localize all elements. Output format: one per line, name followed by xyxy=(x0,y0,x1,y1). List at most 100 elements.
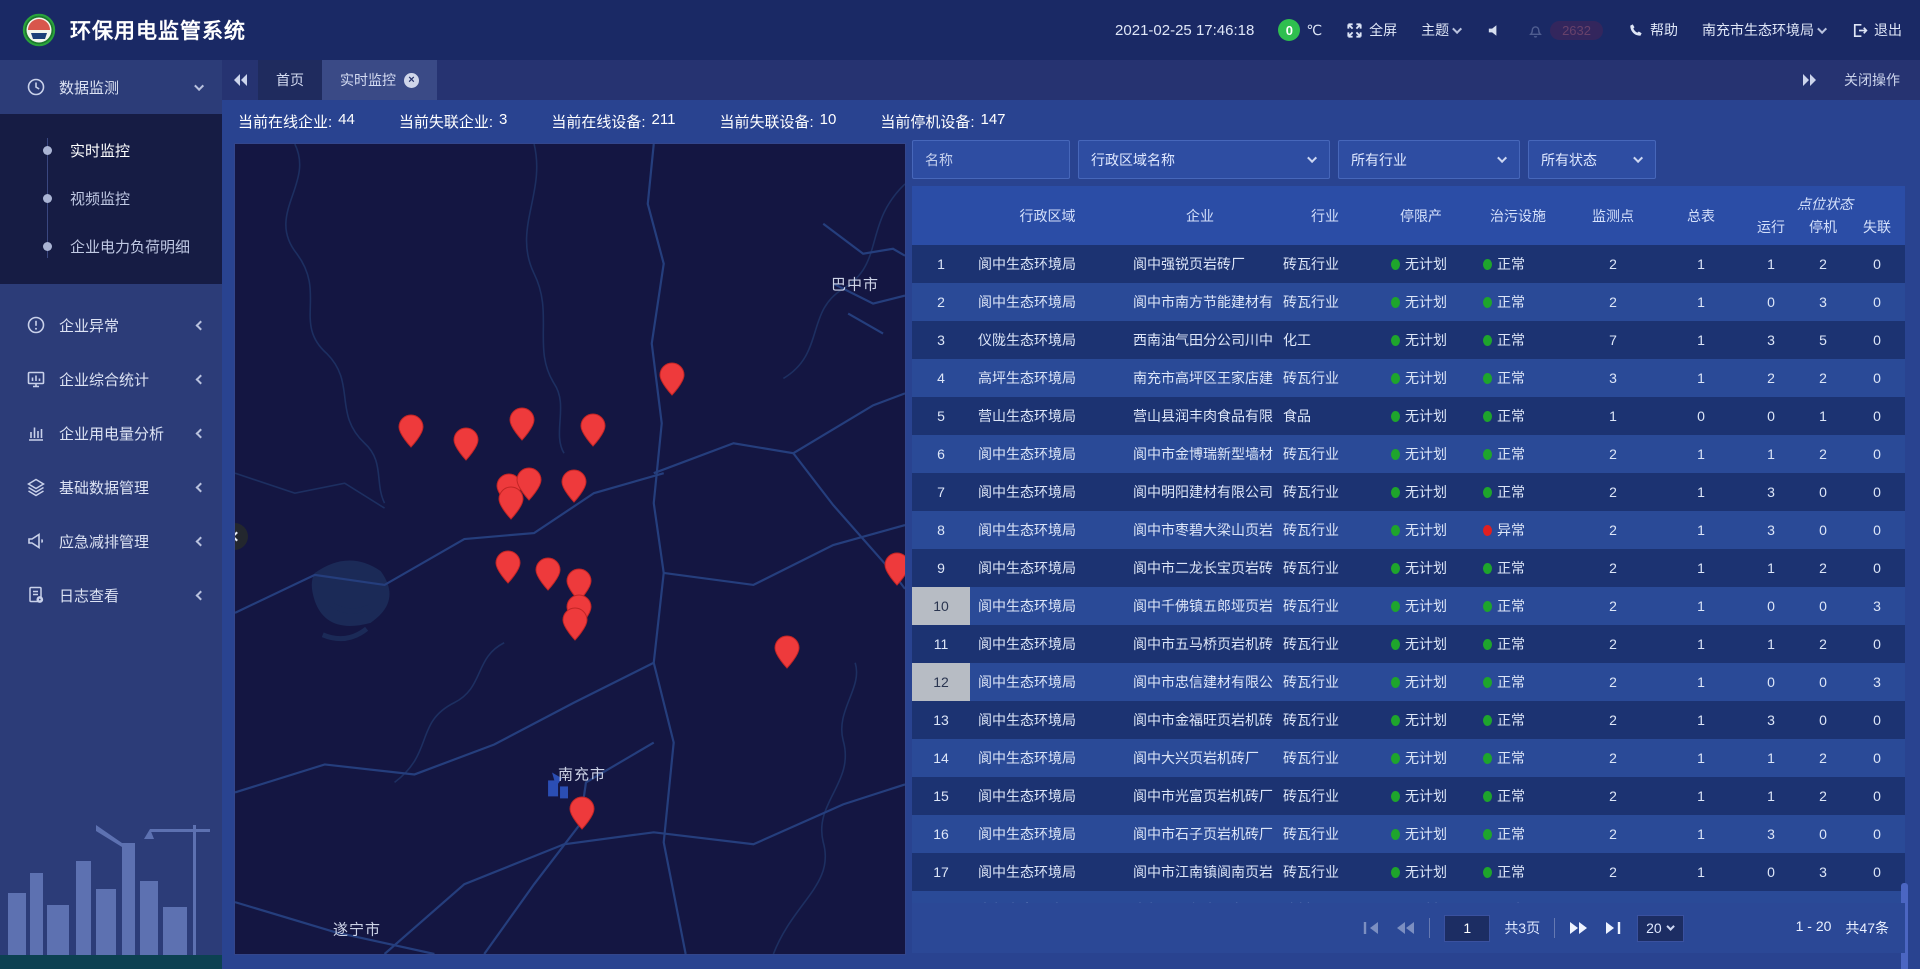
cell-monitor-count: 2 xyxy=(1569,625,1657,663)
treatment-status-text: 正常 xyxy=(1497,786,1525,806)
sidebar: 数据监测实时监控视频监控企业电力负荷明细企业异常企业综合统计企业用电量分析基础数… xyxy=(0,60,222,969)
prev-page-button[interactable] xyxy=(1395,920,1415,936)
cell-lost-count: 0 xyxy=(1849,511,1905,549)
table-row[interactable]: 17阆中生态环境局阆中市江南镇阆南页岩砖瓦行业无计划正常21030 xyxy=(912,853,1905,891)
col-company: 企业 xyxy=(1125,186,1275,245)
map-pin-icon[interactable] xyxy=(535,557,561,591)
cell-industry: 砖瓦行业 xyxy=(1275,587,1375,625)
cell-stop-status: 无计划 xyxy=(1375,853,1467,891)
cell-company: 西南油气田分公司川中 xyxy=(1125,321,1275,359)
cell-region: 阆中生态环境局 xyxy=(970,511,1125,549)
table-row[interactable]: 12阆中生态环境局阆中市忠信建材有限公砖瓦行业无计划正常21003 xyxy=(912,663,1905,701)
stat-value: 3 xyxy=(499,111,507,132)
cell-total-count: 1 xyxy=(1657,853,1745,891)
sidebar-item[interactable]: 企业用电量分析 xyxy=(0,406,222,460)
help-button[interactable]: 帮助 xyxy=(1627,20,1678,40)
cell-industry: 建材加工 xyxy=(1275,891,1375,903)
table-row[interactable]: 18南部生态环境局南部县双华水泥有限公建材加工无计划正常60060 xyxy=(912,891,1905,903)
map-panel[interactable]: 巴中市南充市遂宁市 xyxy=(234,143,906,955)
logout-button[interactable]: 退出 xyxy=(1851,20,1902,40)
theme-dropdown[interactable]: 主题 xyxy=(1421,20,1462,40)
sidebar-item[interactable]: 企业异常 xyxy=(0,298,222,352)
table-row[interactable]: 3仪陇生态环境局西南油气田分公司川中化工无计划正常71350 xyxy=(912,321,1905,359)
pagination-controls: 1 共3页 20 xyxy=(1361,915,1683,942)
table-row[interactable]: 11阆中生态环境局阆中市五马桥页岩机砖砖瓦行业无计划正常21120 xyxy=(912,625,1905,663)
sidebar-subitem[interactable]: 实时监控 xyxy=(0,126,222,174)
org-dropdown[interactable]: 南充市生态环境局 xyxy=(1702,20,1827,40)
map-pin-icon[interactable] xyxy=(453,427,479,461)
cell-total-count: 1 xyxy=(1657,321,1745,359)
status-dot-icon xyxy=(1391,335,1400,346)
sidebar-subitem[interactable]: 视频监控 xyxy=(0,174,222,222)
name-filter-input[interactable] xyxy=(912,140,1070,179)
map-pin-icon[interactable] xyxy=(495,550,521,584)
cell-company: 阆中市忠信建材有限公 xyxy=(1125,663,1275,701)
cell-run-count: 0 xyxy=(1745,283,1797,321)
sidebar-item[interactable]: 数据监测 xyxy=(0,60,222,114)
sidebar-item[interactable]: 应急减排管理 xyxy=(0,514,222,568)
cell-stop-status: 无计划 xyxy=(1375,397,1467,435)
fullscreen-button[interactable]: 全屏 xyxy=(1346,20,1397,40)
industry-filter-select[interactable]: 所有行业 xyxy=(1338,140,1520,179)
last-page-button[interactable] xyxy=(1603,920,1623,936)
table-row[interactable]: 14阆中生态环境局阆中大兴页岩机砖厂砖瓦行业无计划正常21120 xyxy=(912,739,1905,777)
data-table: 行政区域 企业 行业 停限产 治污设施 监测点 总表 运行 停机 失联 点位状态… xyxy=(912,186,1905,903)
map-pin-icon[interactable] xyxy=(580,413,606,447)
tab-item[interactable]: 首页 xyxy=(258,60,322,100)
mute-speaker-button[interactable] xyxy=(1486,22,1503,39)
tab-scroll-right-button[interactable] xyxy=(1802,73,1818,87)
notification-bell[interactable]: 2632 xyxy=(1527,21,1603,40)
status-dot-icon xyxy=(1483,297,1492,308)
table-row[interactable]: 5营山生态环境局营山县润丰肉食品有限食品无计划正常10010 xyxy=(912,397,1905,435)
table-row[interactable]: 6阆中生态环境局阆中市金博瑞新型墙材砖瓦行业无计划正常21120 xyxy=(912,435,1905,473)
table-row[interactable]: 4高坪生态环境局南充市高坪区王家店建砖瓦行业无计划正常31220 xyxy=(912,359,1905,397)
cell-company: 阆中市二龙长宝页岩砖 xyxy=(1125,549,1275,587)
cell-monitor-count: 6 xyxy=(1569,891,1657,903)
col-industry: 行业 xyxy=(1275,186,1375,245)
sidebar-item[interactable]: 企业综合统计 xyxy=(0,352,222,406)
table-row[interactable]: 13阆中生态环境局阆中市金福旺页岩机砖砖瓦行业无计划正常21300 xyxy=(912,701,1905,739)
map-pin-icon[interactable] xyxy=(774,635,800,669)
map-pin-icon[interactable] xyxy=(561,469,587,503)
cell-region: 阆中生态环境局 xyxy=(970,245,1125,283)
page-size-select[interactable]: 20 xyxy=(1637,915,1684,942)
page-number-input[interactable]: 1 xyxy=(1444,915,1490,942)
close-icon[interactable]: × xyxy=(404,73,419,88)
sidebar-item[interactable]: 日志查看 xyxy=(0,568,222,622)
map-pin-icon[interactable] xyxy=(562,607,588,641)
sidebar-subitem[interactable]: 企业电力负荷明细 xyxy=(0,222,222,270)
chart-icon xyxy=(26,423,46,443)
map-pin-icon[interactable] xyxy=(398,414,424,448)
cell-company: 阆中市枣碧大梁山页岩 xyxy=(1125,511,1275,549)
status-dot-icon xyxy=(1483,753,1492,764)
region-filter-select[interactable]: 行政区域名称 xyxy=(1078,140,1330,179)
bullet-dot-icon xyxy=(43,242,52,251)
table-row[interactable]: 9阆中生态环境局阆中市二龙长宝页岩砖砖瓦行业无计划正常21120 xyxy=(912,549,1905,587)
table-row[interactable]: 1阆中生态环境局阆中强锐页岩砖厂砖瓦行业无计划正常21120 xyxy=(912,245,1905,283)
page-size-value: 20 xyxy=(1646,920,1662,936)
close-operations-button[interactable]: 关闭操作 xyxy=(1844,70,1900,90)
table-row[interactable]: 8阆中生态环境局阆中市枣碧大梁山页岩砖瓦行业无计划异常21300 xyxy=(912,511,1905,549)
next-page-button[interactable] xyxy=(1569,920,1589,936)
sidebar-item[interactable]: 基础数据管理 xyxy=(0,460,222,514)
map-pin-icon[interactable] xyxy=(659,362,685,396)
table-row[interactable]: 2阆中生态环境局阆中市南方节能建材有砖瓦行业无计划正常21030 xyxy=(912,283,1905,321)
first-page-button[interactable] xyxy=(1361,920,1381,936)
stat-value: 10 xyxy=(820,111,837,132)
table-row[interactable]: 7阆中生态环境局阆中明阳建材有限公司砖瓦行业无计划正常21300 xyxy=(912,473,1905,511)
cell-row-number: 10 xyxy=(912,587,970,625)
status-filter-select[interactable]: 所有状态 xyxy=(1528,140,1656,179)
map-pin-icon[interactable] xyxy=(569,796,595,830)
map-pin-icon[interactable] xyxy=(884,552,906,586)
cell-industry: 砖瓦行业 xyxy=(1275,853,1375,891)
tab-scroll-left-button[interactable] xyxy=(222,60,258,100)
table-row[interactable]: 16阆中生态环境局阆中市石子页岩机砖厂砖瓦行业无计划正常21300 xyxy=(912,815,1905,853)
status-dot-icon xyxy=(1391,867,1400,878)
map-pin-icon[interactable] xyxy=(509,407,535,441)
cell-region: 阆中生态环境局 xyxy=(970,853,1125,891)
table-row[interactable]: 15阆中生态环境局阆中市光富页岩机砖厂砖瓦行业无计划正常21120 xyxy=(912,777,1905,815)
map-pin-icon[interactable] xyxy=(498,486,524,520)
treatment-status-text: 正常 xyxy=(1497,368,1525,388)
table-row[interactable]: 10阆中生态环境局阆中千佛镇五郎垭页岩砖瓦行业无计划正常21003 xyxy=(912,587,1905,625)
tab-active[interactable]: 实时监控× xyxy=(322,60,437,100)
